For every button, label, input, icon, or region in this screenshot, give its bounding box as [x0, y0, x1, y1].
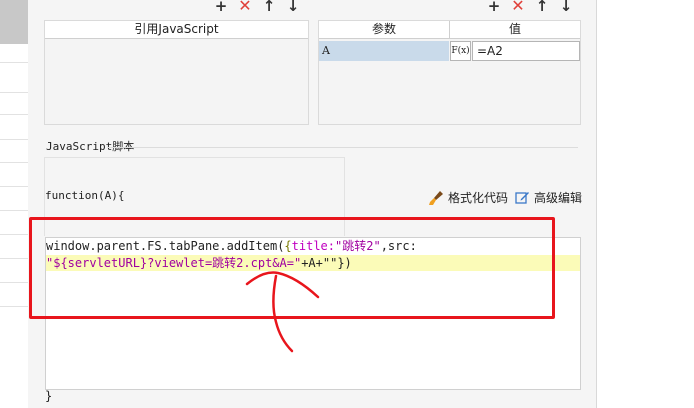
annotation-arrow — [245, 271, 320, 353]
